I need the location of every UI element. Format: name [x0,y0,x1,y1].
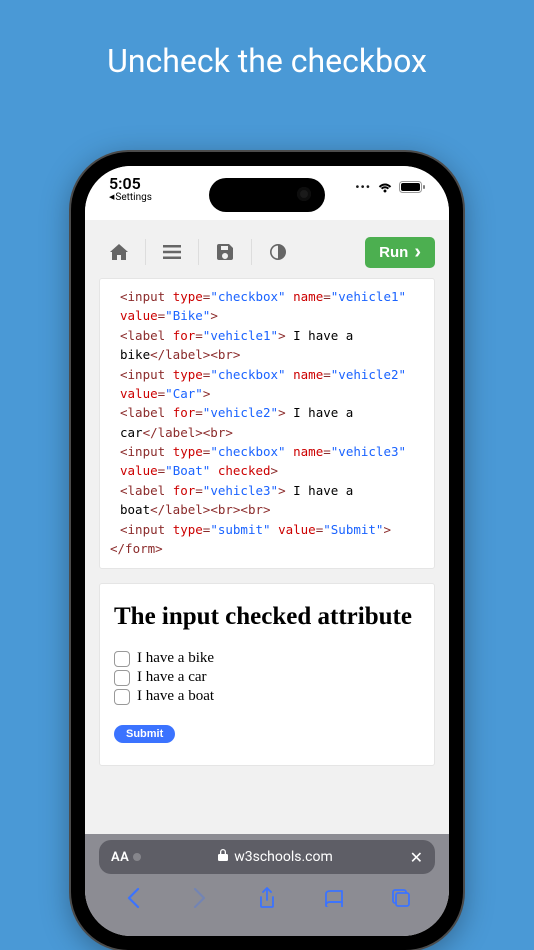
code-line[interactable]: <label for="vehicle3"> I have a boat</la… [110,481,424,520]
checkbox-label[interactable]: I have a bike [137,650,214,667]
tabs-icon[interactable] [389,886,413,910]
battery-icon [399,181,425,193]
share-icon[interactable] [255,886,279,910]
checkbox-row: I have a bike [114,650,420,667]
back-icon[interactable] [121,886,145,910]
submit-button[interactable]: Submit [114,725,175,743]
home-icon[interactable] [99,236,139,268]
run-button[interactable]: Run [365,237,435,268]
address-domain: w3schools.com [234,849,333,865]
stop-reload-icon[interactable]: ✕ [410,848,423,867]
phone-frame: 5:05 Settings ••• [71,152,463,950]
result-panel: The input checked attribute I have a bik… [99,583,435,766]
theme-icon[interactable] [258,236,298,268]
code-line[interactable]: <input type="checkbox" name="vehicle2" v… [110,365,424,404]
code-line[interactable]: <input type="checkbox" name="vehicle1" v… [110,287,424,326]
checkbox-label[interactable]: I have a boat [137,688,214,705]
divider [198,239,199,265]
divider [145,239,146,265]
code-line[interactable]: <input type="submit" value="Submit"> [110,520,424,539]
status-time: 5:05 [109,176,152,193]
menu-icon[interactable] [152,236,192,268]
instruction-banner: Uncheck the checkbox [0,0,534,80]
back-to-settings[interactable]: Settings [109,193,152,204]
checkbox-row: I have a boat [114,688,420,705]
lock-icon [218,849,228,865]
result-heading: The input checked attribute [114,602,420,632]
safari-bottom-toolbar [99,874,435,936]
cellular-icon: ••• [355,180,371,194]
page-content: Run <input type="checkbox" name="vehicle… [85,220,449,834]
checkbox-input[interactable] [114,689,130,705]
divider [251,239,252,265]
code-line[interactable]: </form> [110,539,424,558]
checkbox-input[interactable] [114,670,130,686]
save-icon[interactable] [205,236,245,268]
code-line[interactable]: <label for="vehicle1"> I have a bike</la… [110,326,424,365]
wifi-icon [377,181,393,193]
safari-chrome: AA w3schools.com ✕ [85,834,449,936]
bookmarks-icon[interactable] [322,886,346,910]
checkbox-input[interactable] [114,651,130,667]
checkbox-row: I have a car [114,669,420,686]
editor-toolbar: Run [99,232,435,278]
forward-icon [188,886,212,910]
reader-aa-icon[interactable]: AA [111,850,141,865]
address-bar[interactable]: AA w3schools.com ✕ [99,840,435,874]
code-line[interactable]: <input type="checkbox" name="vehicle3" v… [110,442,424,481]
code-line[interactable]: <label for="vehicle2"> I have a car</lab… [110,403,424,442]
checkbox-label[interactable]: I have a car [137,669,207,686]
dynamic-island [209,178,325,212]
code-editor[interactable]: <input type="checkbox" name="vehicle1" v… [99,278,435,569]
